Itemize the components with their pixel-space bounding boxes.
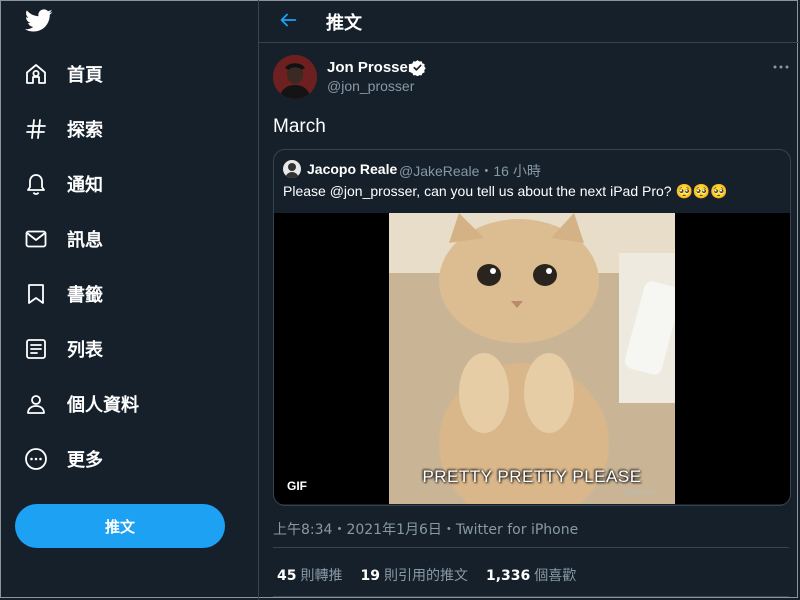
more-options-icon[interactable]: [772, 60, 790, 74]
avatar[interactable]: [273, 55, 317, 99]
mail-icon: [25, 230, 47, 248]
page-header: 推文: [259, 0, 799, 43]
gif-media[interactable]: PRETTY PRETTY PLEASE gifak-net GIF: [274, 213, 790, 504]
bookmark-icon: [28, 284, 44, 304]
stat-label: 則轉推: [300, 568, 343, 584]
sidebar-item-messages[interactable]: 訊息: [24, 224, 103, 254]
stat-label: 個喜歡: [534, 568, 577, 584]
twitter-logo-icon[interactable]: [25, 9, 53, 33]
sidebar-item-label: 個人資料: [67, 395, 139, 416]
retweets-stat[interactable]: 45 則轉推: [277, 565, 342, 585]
gif-watermark: gifak-net: [624, 488, 655, 497]
quote-tweets-stat[interactable]: 19 則引用的推文: [360, 565, 467, 585]
author-name[interactable]: Jon Prosser: [327, 59, 414, 76]
quoted-handle-time: @JakeReale・16 小時: [399, 163, 541, 179]
back-arrow-icon[interactable]: [277, 9, 299, 31]
sidebar-item-label: 首頁: [67, 65, 103, 86]
quoted-avatar[interactable]: [283, 160, 301, 178]
home-icon: [26, 64, 46, 84]
likes-stat[interactable]: 1,336 個喜歡: [486, 565, 576, 585]
gif-badge: GIF: [287, 479, 307, 493]
sidebar-item-more[interactable]: 更多: [24, 444, 103, 474]
author-handle[interactable]: @jon_prosser: [327, 78, 414, 94]
sidebar-item-label: 探索: [67, 120, 103, 141]
sidebar-item-profile[interactable]: 個人資料: [24, 389, 139, 419]
stat-count: 45: [277, 568, 297, 584]
quoted-tweet[interactable]: Jacopo Reale @JakeReale・16 小時 Please @jo…: [273, 149, 791, 506]
more-circle-icon: [25, 448, 47, 470]
kitten-gif-image: [389, 213, 675, 504]
sidebar-item-bookmarks[interactable]: 書籤: [24, 279, 103, 309]
profile-icon: [27, 395, 45, 414]
sidebar-item-notifications[interactable]: 通知: [24, 169, 103, 199]
list-icon: [26, 339, 46, 359]
engagement-stats: 45 則轉推 19 則引用的推文 1,336 個喜歡: [277, 565, 576, 585]
sidebar-item-explore[interactable]: 探索: [24, 114, 103, 144]
quoted-author-name[interactable]: Jacopo Reale: [307, 161, 397, 177]
quoted-text: Please @jon_prosser, can you tell us abo…: [283, 183, 728, 199]
sidebar-item-lists[interactable]: 列表: [24, 334, 103, 364]
stat-count: 19: [360, 568, 380, 584]
compose-tweet-button[interactable]: 推文: [15, 504, 225, 548]
sidebar-item-label: 書籤: [67, 285, 103, 306]
tweet-text: March: [273, 116, 326, 137]
sidebar-item-label: 更多: [67, 450, 103, 471]
main-column: 推文 Jon Prosser @jon_prosser March Jacopo…: [258, 0, 799, 600]
bell-icon: [27, 174, 45, 195]
stat-label: 則引用的推文: [383, 568, 468, 584]
hashtag-icon: [26, 119, 46, 139]
sidebar-item-label: 通知: [67, 175, 103, 196]
divider: [273, 596, 789, 597]
verified-badge-icon: [409, 60, 426, 76]
page-title: 推文: [326, 13, 362, 34]
divider: [273, 547, 789, 548]
tweet-timestamp[interactable]: 上午8:34・2021年1月6日・Twitter for iPhone: [273, 519, 578, 539]
sidebar-item-label: 列表: [67, 340, 103, 361]
stat-count: 1,336: [485, 568, 531, 584]
sidebar-item-label: 訊息: [67, 230, 103, 251]
sidebar: 首頁 探索 通知 訊息 書籤 列表 個人資料 更多 推文: [0, 0, 258, 600]
gif-caption: PRETTY PRETTY PLEASE: [422, 467, 642, 486]
sidebar-item-home[interactable]: 首頁: [24, 59, 103, 89]
